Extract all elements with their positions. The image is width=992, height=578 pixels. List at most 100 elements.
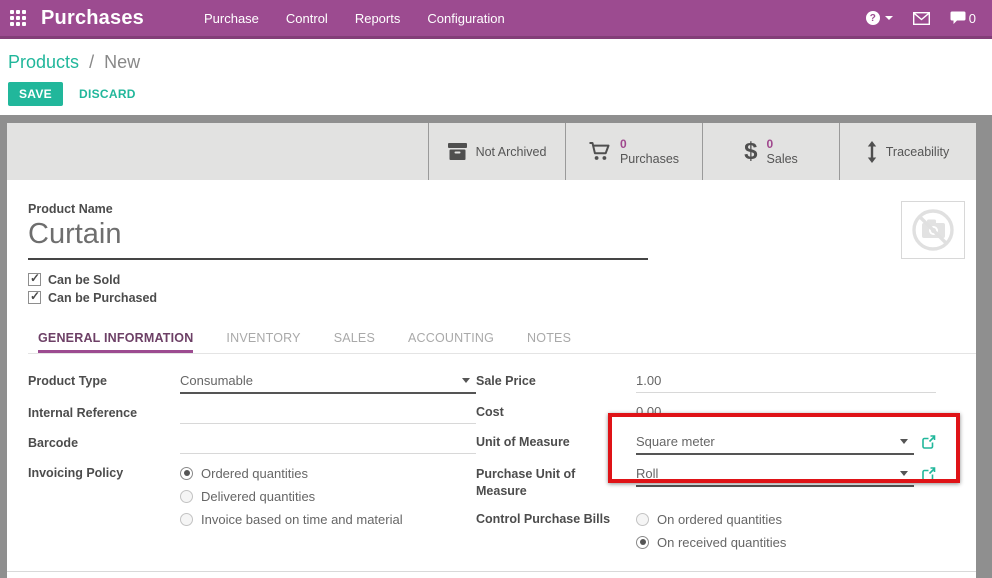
grid-dot <box>22 10 26 14</box>
stat-button-label: Purchases <box>620 152 679 167</box>
grid-dot <box>10 16 14 20</box>
sales-count: 0 <box>767 137 798 152</box>
breadcrumb-products-link[interactable]: Products <box>8 52 79 72</box>
messages-icon[interactable] <box>913 12 930 25</box>
vertical-arrows-icon <box>867 141 877 163</box>
help-menu[interactable]: ? <box>866 11 893 25</box>
radio-label: Invoice based on time and material <box>201 512 403 527</box>
invoicing-policy-radios: Ordered quantities Delivered quantities … <box>180 463 403 534</box>
sheet-body: Product Name Curtain Can be Sold Can be … <box>7 180 976 566</box>
breadcrumb: Products / New <box>8 51 992 73</box>
field-product-type: Product Type Consumable <box>28 371 476 394</box>
can-be-sold-label: Can be Sold <box>48 273 120 287</box>
chevron-down-icon <box>462 378 470 383</box>
product-image-upload[interactable] <box>901 201 965 259</box>
field-control-purchase-bills: Control Purchase Bills On ordered quanti… <box>476 509 936 557</box>
form-background: Not Archived 0 Purchases $ 0 <box>0 115 992 578</box>
can-be-sold-checkbox[interactable]: Can be Sold <box>28 271 976 289</box>
systray: ? 0 <box>866 11 976 26</box>
grid-dot <box>16 10 20 14</box>
grid-dot <box>10 10 14 14</box>
tab-notes[interactable]: NOTES <box>527 326 571 353</box>
sale-price-input[interactable]: 1.00 <box>636 371 936 393</box>
product-name-input[interactable]: Curtain <box>28 217 648 260</box>
stat-button-traceability[interactable]: Traceability <box>839 123 976 180</box>
purchase-uom-external-link-icon[interactable] <box>922 467 936 486</box>
radio-label: On ordered quantities <box>657 512 782 527</box>
sale-price-label: Sale Price <box>476 371 636 393</box>
stat-button-text: 0 Purchases <box>620 137 679 167</box>
tab-inventory[interactable]: INVENTORY <box>226 326 300 353</box>
menu-configuration[interactable]: Configuration <box>427 11 504 26</box>
grid-dot <box>16 22 20 26</box>
purchase-uom-label: Purchase Unit of Measure <box>476 464 636 500</box>
uom-label: Unit of Measure <box>476 432 636 455</box>
field-column-left: Product Type Consumable Internal Referen… <box>28 371 476 566</box>
apps-menu-icon[interactable] <box>10 10 27 27</box>
stat-button-archived[interactable]: Not Archived <box>428 123 565 180</box>
radio-label: Ordered quantities <box>201 466 308 481</box>
tab-general-information[interactable]: GENERAL INFORMATION <box>38 326 193 353</box>
top-menu: Purchase Control Reports Configuration <box>204 11 505 26</box>
control-purchase-bills-radios: On ordered quantities On received quanti… <box>636 509 786 557</box>
menu-control[interactable]: Control <box>286 11 328 26</box>
field-purchase-uom: Purchase Unit of Measure Roll <box>476 464 936 500</box>
internal-reference-input[interactable] <box>180 403 476 424</box>
chevron-down-icon <box>900 439 908 444</box>
product-type-select[interactable]: Consumable <box>180 371 476 394</box>
grid-dot <box>10 22 14 26</box>
purchase-uom-select[interactable]: Roll <box>636 464 914 487</box>
form-sheet: Not Archived 0 Purchases $ 0 <box>7 123 976 578</box>
stat-button-strip: Not Archived 0 Purchases $ 0 <box>7 123 976 180</box>
discard-button[interactable]: DISCARD <box>79 87 136 101</box>
uom-select[interactable]: Square meter <box>636 432 914 455</box>
sheet-divider <box>7 571 976 572</box>
field-internal-reference: Internal Reference <box>28 403 476 424</box>
purchases-count: 0 <box>620 137 679 152</box>
tab-accounting[interactable]: ACCOUNTING <box>408 326 494 353</box>
app-title[interactable]: Purchases <box>41 7 144 30</box>
radio-on-ordered-quantities[interactable]: On ordered quantities <box>636 511 786 528</box>
tab-sales[interactable]: SALES <box>334 326 375 353</box>
menu-purchase[interactable]: Purchase <box>204 11 259 26</box>
radio-invoice-time-material[interactable]: Invoice based on time and material <box>180 511 403 528</box>
shopping-cart-icon <box>589 142 611 161</box>
message-count-badge: 0 <box>969 11 976 26</box>
sale-price-value: 1.00 <box>636 373 661 388</box>
no-image-camera-icon <box>907 206 959 254</box>
stat-button-label: Traceability <box>886 145 949 159</box>
can-be-purchased-label: Can be Purchased <box>48 291 157 305</box>
radio-label: On received quantities <box>657 535 786 550</box>
stat-button-label: Sales <box>767 152 798 167</box>
stat-button-purchases[interactable]: 0 Purchases <box>565 123 702 180</box>
can-be-purchased-checkbox[interactable]: Can be Purchased <box>28 289 976 307</box>
radio-icon <box>180 513 193 526</box>
checkbox-checked-icon <box>28 291 41 304</box>
product-type-value: Consumable <box>180 373 253 388</box>
internal-reference-label: Internal Reference <box>28 403 180 424</box>
product-type-label: Product Type <box>28 371 180 394</box>
discuss-menu[interactable]: 0 <box>950 11 976 26</box>
chevron-down-icon <box>900 471 908 476</box>
field-sale-price: Sale Price 1.00 <box>476 371 936 393</box>
radio-icon <box>636 513 649 526</box>
breadcrumb-separator: / <box>89 52 94 72</box>
stat-button-sales[interactable]: $ 0 Sales <box>702 123 839 180</box>
menu-reports[interactable]: Reports <box>355 11 401 26</box>
breadcrumb-current: New <box>104 52 140 72</box>
control-panel: Products / New SAVE DISCARD <box>0 39 992 115</box>
radio-delivered-quantities[interactable]: Delivered quantities <box>180 488 403 505</box>
barcode-input[interactable] <box>180 433 476 454</box>
radio-selected-icon <box>636 536 649 549</box>
radio-on-received-quantities[interactable]: On received quantities <box>636 534 786 551</box>
field-cost: Cost 0.00 <box>476 402 936 423</box>
grid-dot <box>22 16 26 20</box>
help-icon: ? <box>866 11 880 25</box>
stat-button-text: 0 Sales <box>767 137 798 167</box>
radio-ordered-quantities[interactable]: Ordered quantities <box>180 465 403 482</box>
radio-icon <box>180 490 193 503</box>
barcode-label: Barcode <box>28 433 180 454</box>
save-button[interactable]: SAVE <box>8 82 63 106</box>
uom-external-link-icon[interactable] <box>922 435 936 454</box>
cost-label: Cost <box>476 402 636 423</box>
